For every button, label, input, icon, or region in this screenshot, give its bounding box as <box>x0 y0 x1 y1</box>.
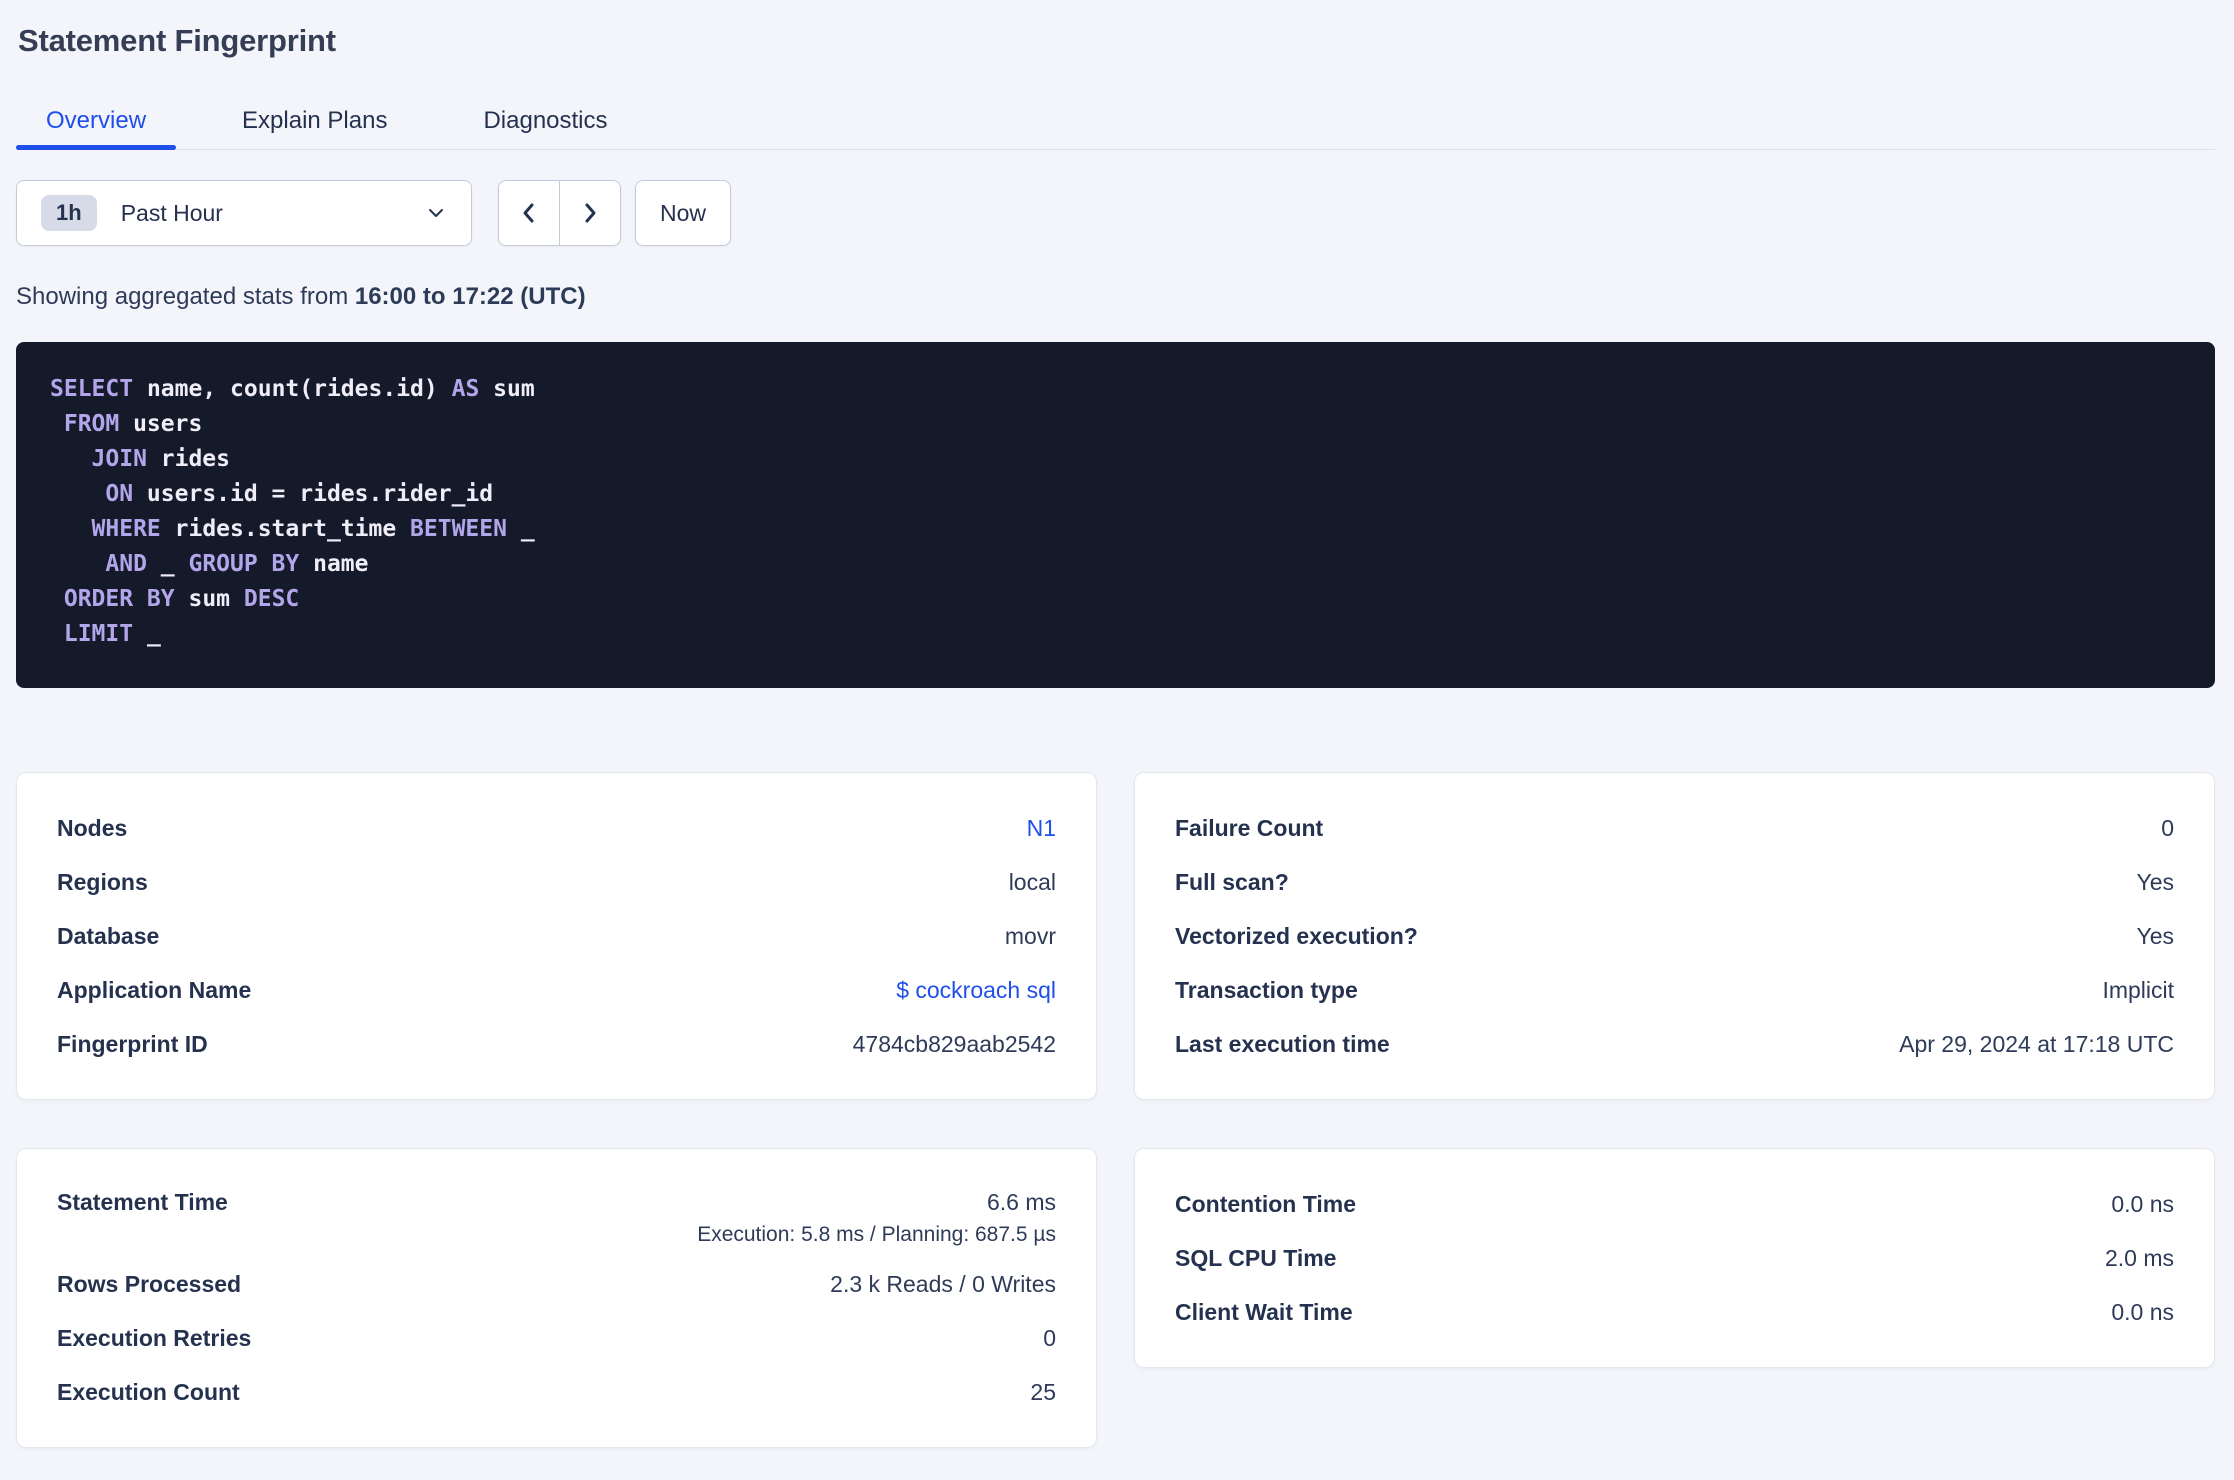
statement-details-card: Nodes N1 Regions local Database movr App… <box>16 772 1097 1100</box>
row-fingerprint-id: Fingerprint ID 4784cb829aab2542 <box>57 1017 1056 1071</box>
statement-fingerprint-page: Statement Fingerprint Overview Explain P… <box>0 22 2234 1462</box>
full-scan-value: Yes <box>2136 868 2174 895</box>
row-transaction-type: Transaction type Implicit <box>1175 963 2174 1017</box>
row-database: Database movr <box>57 909 1056 963</box>
chevron-down-icon <box>429 209 443 217</box>
client-wait-time-label: Client Wait Time <box>1175 1298 1353 1325</box>
row-vectorized-execution: Vectorized execution? Yes <box>1175 909 2174 963</box>
sql-line: FROM users <box>63 411 203 437</box>
contention-time-label: Contention Time <box>1175 1190 1357 1217</box>
time-controls: 1h Past Hour Now <box>16 180 2215 246</box>
next-range-button[interactable] <box>560 181 621 245</box>
row-last-execution-time: Last execution time Apr 29, 2024 at 17:1… <box>1175 1017 2174 1071</box>
sql-line: JOIN rides <box>91 446 231 472</box>
row-nodes: Nodes N1 <box>57 801 1056 855</box>
row-statement-time: Statement Time 6.6 ms Execution: 5.8 ms … <box>57 1177 1056 1257</box>
overview-cards-row: Nodes N1 Regions local Database movr App… <box>16 772 2215 1100</box>
vectorized-execution-label: Vectorized execution? <box>1175 922 1418 949</box>
time-range-arrows <box>498 180 621 246</box>
sql-line: LIMIT _ <box>63 621 161 647</box>
execution-retries-value: 0 <box>1043 1324 1056 1351</box>
statement-time-label: Statement Time <box>57 1189 228 1215</box>
performance-cards-row: Statement Time 6.6 ms Execution: 5.8 ms … <box>16 1148 2215 1448</box>
last-execution-time-value: Apr 29, 2024 at 17:18 UTC <box>1899 1030 2174 1057</box>
rows-processed-label: Rows Processed <box>57 1270 242 1297</box>
sql-line: SELECT name, count(rides.id) AS sum <box>50 376 535 402</box>
fingerprint-id-value: 4784cb829aab2542 <box>852 1030 1056 1057</box>
execution-attributes-card: Failure Count 0 Full scan? Yes Vectorize… <box>1134 772 2215 1100</box>
tab-diagnostics-label: Diagnostics <box>483 106 608 134</box>
nodes-label: Nodes <box>57 814 128 841</box>
execution-retries-label: Execution Retries <box>57 1324 252 1351</box>
failure-count-label: Failure Count <box>1175 814 1324 841</box>
chevron-left-icon <box>523 203 534 223</box>
tab-explain-plans-label: Explain Plans <box>242 106 388 134</box>
tab-overview-label: Overview <box>46 106 147 134</box>
sql-line: WHERE rides.start_time BETWEEN _ <box>91 516 535 542</box>
vectorized-execution-value: Yes <box>2136 922 2174 949</box>
sql-cpu-time-label: SQL CPU Time <box>1175 1244 1337 1271</box>
row-rows-processed: Rows Processed 2.3 k Reads / 0 Writes <box>57 1257 1056 1311</box>
transaction-type-label: Transaction type <box>1175 976 1358 1003</box>
row-regions: Regions local <box>57 855 1056 909</box>
row-failure-count: Failure Count 0 <box>1175 801 2174 855</box>
execution-count-label: Execution Count <box>57 1378 240 1405</box>
database-value: movr <box>1004 922 1056 949</box>
database-label: Database <box>57 922 160 949</box>
sql-statement-box: SELECT name, count(rides.id) AS sum FROM … <box>16 342 2215 688</box>
row-execution-retries: Execution Retries 0 <box>57 1311 1056 1365</box>
contention-time-value: 0.0 ns <box>2111 1190 2174 1217</box>
wait-time-card: Contention Time 0.0 ns SQL CPU Time 2.0 … <box>1134 1148 2215 1368</box>
sql-cpu-time-value: 2.0 ms <box>2104 1244 2174 1271</box>
aggregated-stats-text: Showing aggregated stats from 16:00 to 1… <box>16 283 2215 311</box>
row-execution-count: Execution Count 25 <box>57 1365 1056 1419</box>
statement-time-value: 6.6 ms <box>986 1189 1056 1215</box>
tab-bar: Overview Explain Plans Diagnostics <box>16 92 2215 150</box>
time-range-dropdown[interactable]: 1h Past Hour <box>16 180 472 246</box>
sql-line: AND _ GROUP BY name <box>105 551 369 577</box>
aggregated-stats-prefix: Showing aggregated stats from <box>16 283 355 310</box>
time-range-badge: 1h <box>41 195 97 231</box>
tab-explain-plans[interactable]: Explain Plans <box>212 92 417 149</box>
last-execution-time-label: Last execution time <box>1175 1030 1390 1057</box>
statement-time-breakdown: Execution: 5.8 ms / Planning: 687.5 µs <box>697 1223 1056 1246</box>
row-contention-time: Contention Time 0.0 ns <box>1175 1177 2174 1231</box>
nodes-value-link[interactable]: N1 <box>1027 815 1056 842</box>
row-application-name: Application Name $ cockroach sql <box>57 963 1056 1017</box>
transaction-type-value: Implicit <box>2102 976 2174 1003</box>
now-button[interactable]: Now <box>635 180 731 246</box>
row-sql-cpu-time: SQL CPU Time 2.0 ms <box>1175 1231 2174 1285</box>
full-scan-label: Full scan? <box>1175 868 1289 895</box>
sql-line: ON users.id = rides.rider_id <box>105 481 494 507</box>
client-wait-time-value: 0.0 ns <box>2111 1298 2174 1325</box>
time-range-label: Past Hour <box>120 199 223 226</box>
row-client-wait-time: Client Wait Time 0.0 ns <box>1175 1285 2174 1339</box>
page-title: Statement Fingerprint <box>18 23 336 58</box>
tab-diagnostics[interactable]: Diagnostics <box>453 92 637 149</box>
row-full-scan: Full scan? Yes <box>1175 855 2174 909</box>
regions-value: local <box>1008 868 1056 895</box>
tab-overview[interactable]: Overview <box>16 92 177 150</box>
application-name-value-link[interactable]: $ cockroach sql <box>896 977 1056 1004</box>
regions-label: Regions <box>57 868 148 895</box>
chevron-right-icon <box>585 203 596 223</box>
prev-range-button[interactable] <box>499 181 560 245</box>
aggregated-stats-range: 16:00 to 17:22 (UTC) <box>354 283 586 310</box>
rows-processed-value: 2.3 k Reads / 0 Writes <box>830 1270 1056 1297</box>
failure-count-value: 0 <box>2161 814 2174 841</box>
statement-time-card: Statement Time 6.6 ms Execution: 5.8 ms … <box>16 1148 1097 1448</box>
fingerprint-id-label: Fingerprint ID <box>57 1030 208 1057</box>
application-name-label: Application Name <box>57 976 252 1003</box>
execution-count-value: 25 <box>1030 1378 1056 1405</box>
sql-line: ORDER BY sum DESC <box>63 586 300 612</box>
